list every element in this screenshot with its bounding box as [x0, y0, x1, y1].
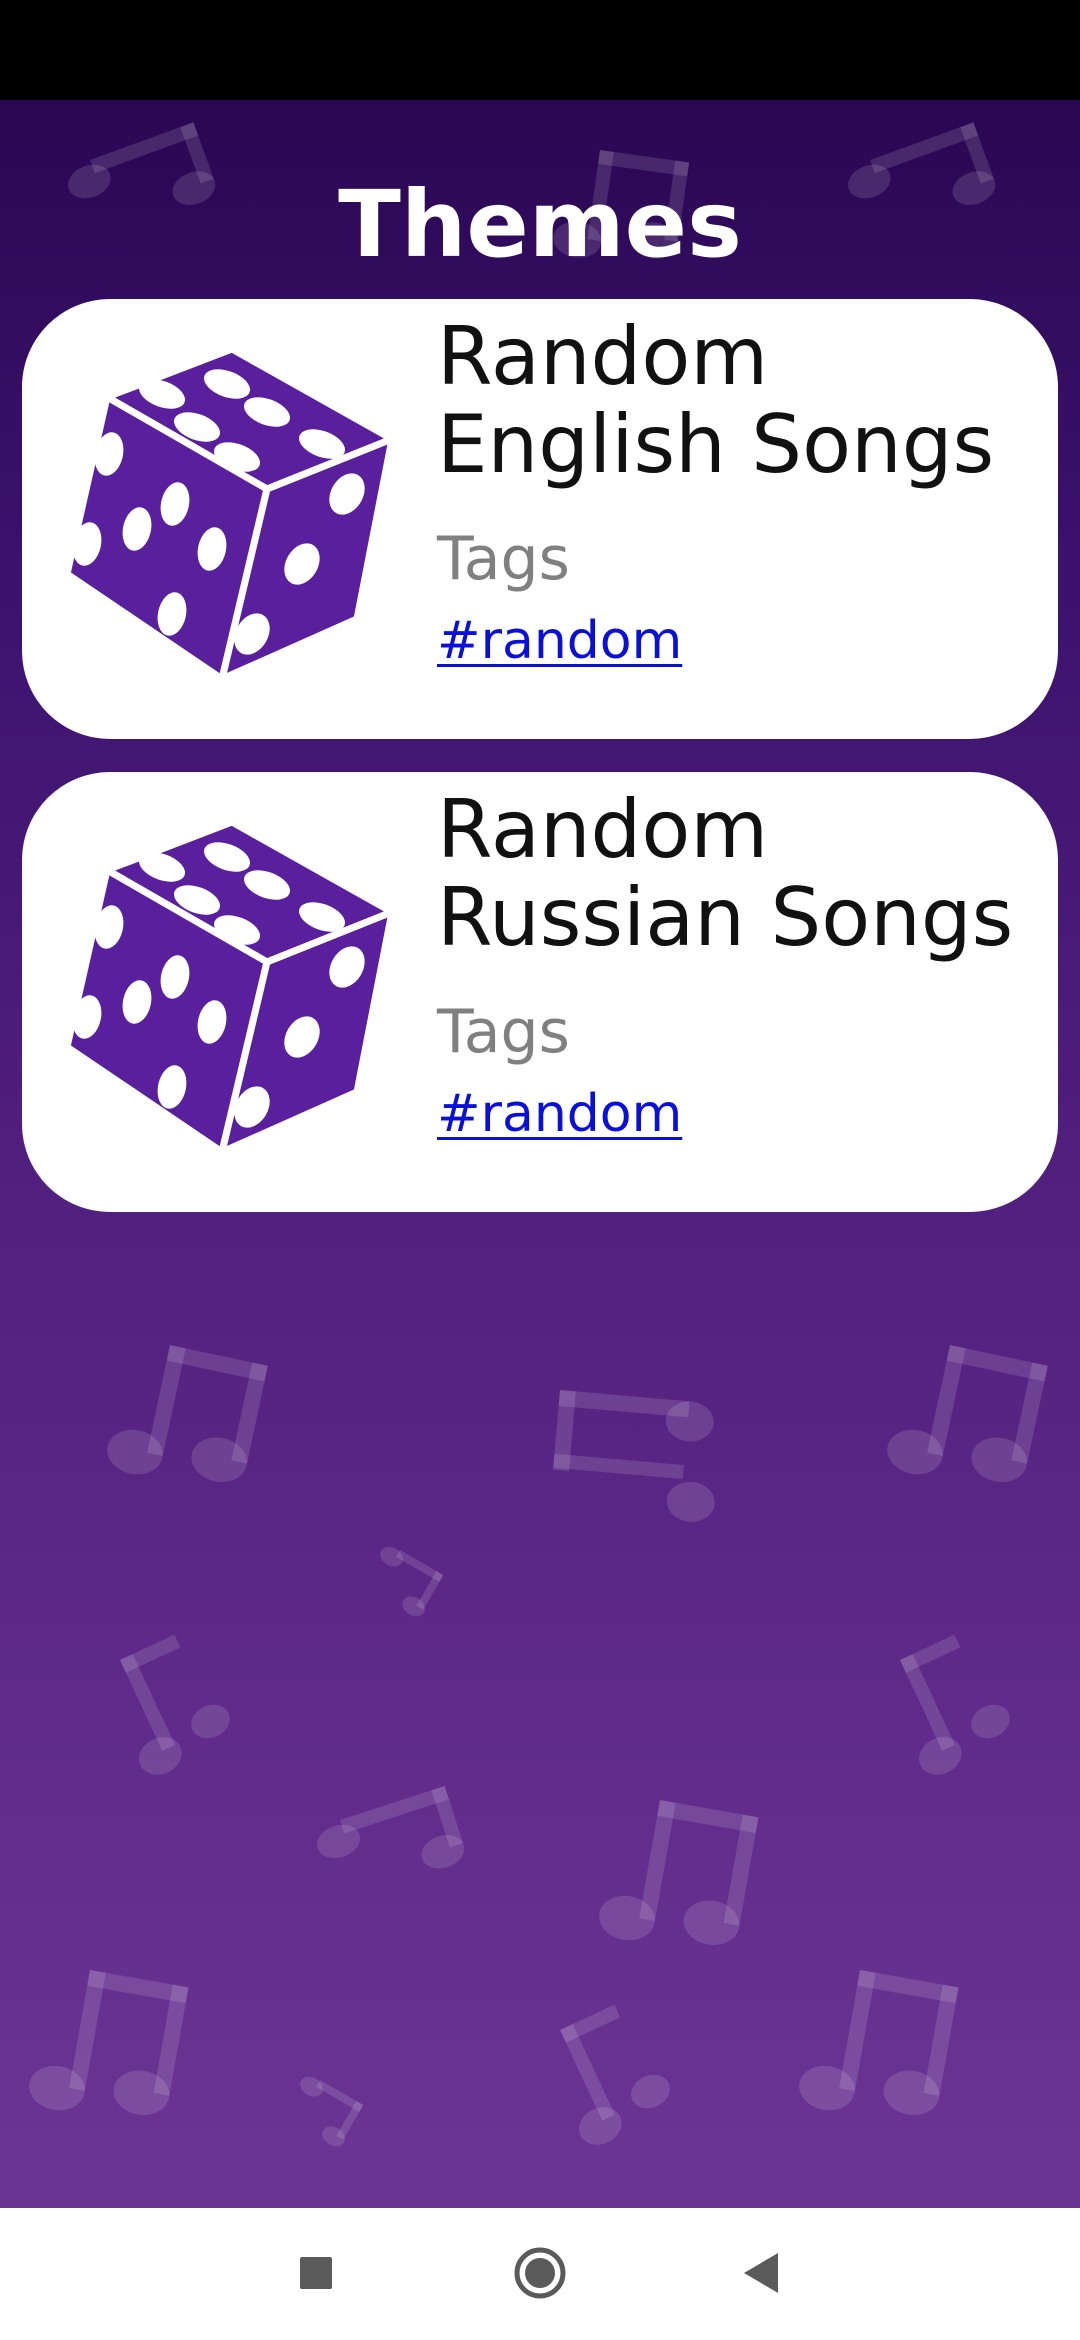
system-navigation-bar: [0, 2208, 1080, 2340]
home-circle-icon[interactable]: [500, 2233, 580, 2313]
recents-square-icon[interactable]: [276, 2233, 356, 2313]
status-bar: [0, 0, 1080, 100]
theme-title: Random English Songs: [437, 313, 1047, 489]
theme-title: Random Russian Songs: [437, 786, 1047, 962]
tag-link-random[interactable]: #random: [437, 609, 682, 673]
tags-label: Tags: [437, 524, 570, 594]
theme-title-line2: Russian Songs: [437, 871, 1014, 964]
theme-card-random-russian-songs[interactable]: Random Russian Songs Tags #random: [22, 772, 1058, 1212]
theme-title-line1: Random: [437, 783, 769, 876]
tags-label: Tags: [437, 997, 570, 1067]
dice-icon: [67, 349, 396, 683]
app-screen: Themes Random English Songs Tags #random…: [0, 100, 1080, 2208]
theme-card-random-english-songs[interactable]: Random English Songs Tags #random: [22, 299, 1058, 739]
theme-title-line2: English Songs: [437, 398, 995, 491]
page-title: Themes: [338, 171, 742, 278]
tag-link-random[interactable]: #random: [437, 1082, 682, 1146]
theme-title-line1: Random: [437, 310, 769, 403]
dice-icon: [67, 822, 396, 1156]
back-triangle-icon[interactable]: [722, 2233, 802, 2313]
